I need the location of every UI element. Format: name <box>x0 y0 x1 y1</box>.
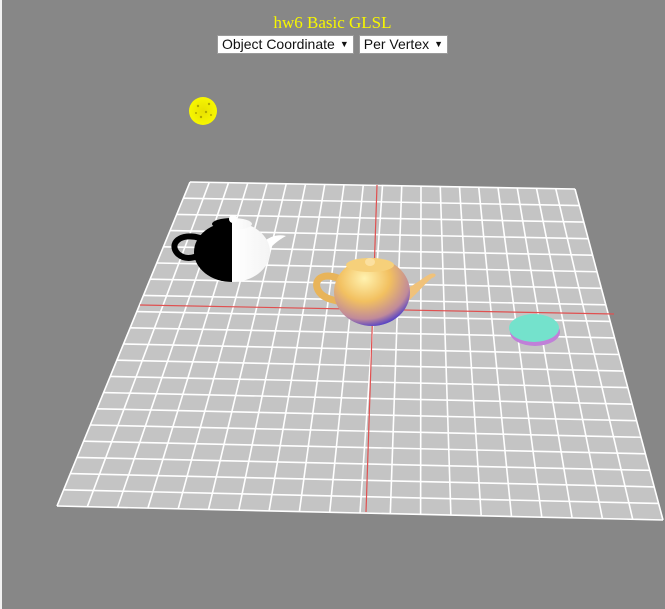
webgl-canvas[interactable] <box>0 0 665 609</box>
light-source <box>189 97 217 125</box>
cyan-disc <box>509 314 560 346</box>
